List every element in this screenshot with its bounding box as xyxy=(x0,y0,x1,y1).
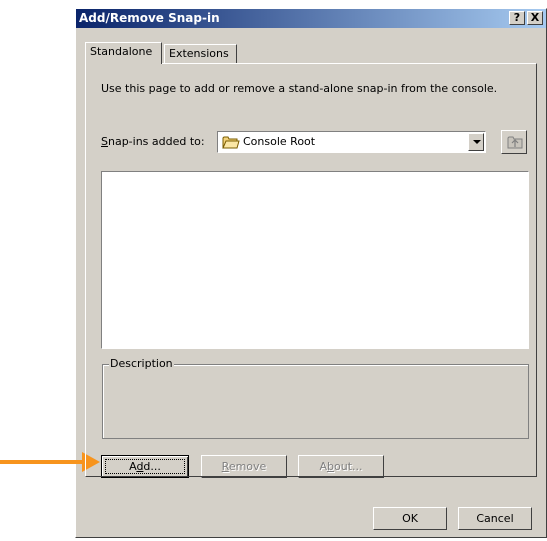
tab-standalone-label: Standalone xyxy=(90,45,153,58)
close-button[interactable]: X xyxy=(527,11,543,25)
annotation-arrow-shaft xyxy=(0,460,82,464)
tab-extensions[interactable]: Extensions xyxy=(164,44,237,64)
window-title: Add/Remove Snap-in xyxy=(79,11,220,25)
ok-button[interactable]: OK xyxy=(373,507,447,530)
standalone-tab-panel xyxy=(85,63,537,477)
tab-standalone[interactable]: Standalone xyxy=(85,42,162,64)
cancel-button[interactable]: Cancel xyxy=(458,507,532,530)
tab-extensions-label: Extensions xyxy=(169,47,229,60)
help-button[interactable]: ? xyxy=(509,11,525,25)
title-bar[interactable]: Add/Remove Snap-in ? X xyxy=(76,9,546,28)
add-remove-snapin-dialog: Add/Remove Snap-in ? X Standalone Extens… xyxy=(75,8,547,538)
